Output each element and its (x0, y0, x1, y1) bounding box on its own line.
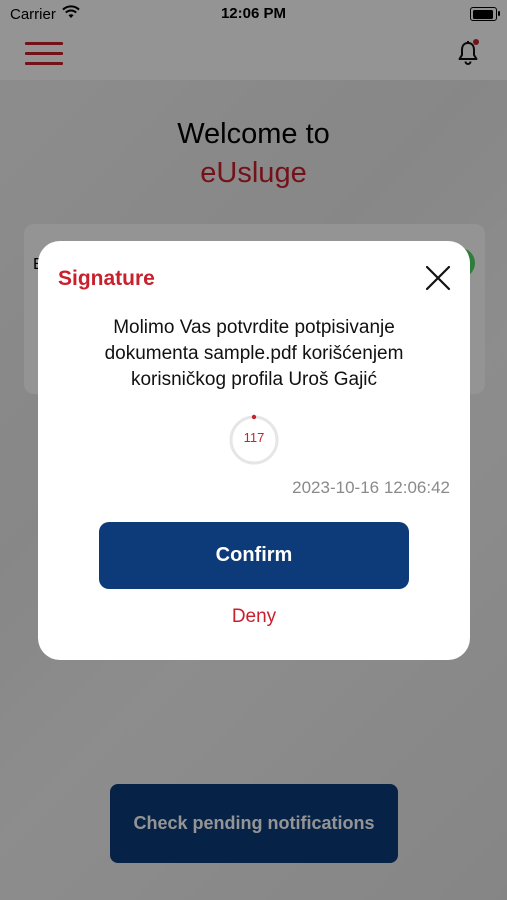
close-icon[interactable] (424, 264, 452, 292)
deny-button[interactable]: Deny (38, 605, 470, 629)
signature-dialog: Signature Molimo Vas potvrdite potpisiva… (38, 241, 470, 660)
countdown-timer: 117 (228, 414, 280, 466)
dialog-title: Signature (58, 267, 155, 290)
confirm-button[interactable]: Confirm (99, 522, 409, 589)
countdown-value: 117 (243, 430, 265, 445)
dialog-message: Molimo Vas potvrdite potpisivanje dokume… (104, 317, 404, 390)
request-timestamp: 2023-10-16 12:06:42 (292, 478, 450, 497)
